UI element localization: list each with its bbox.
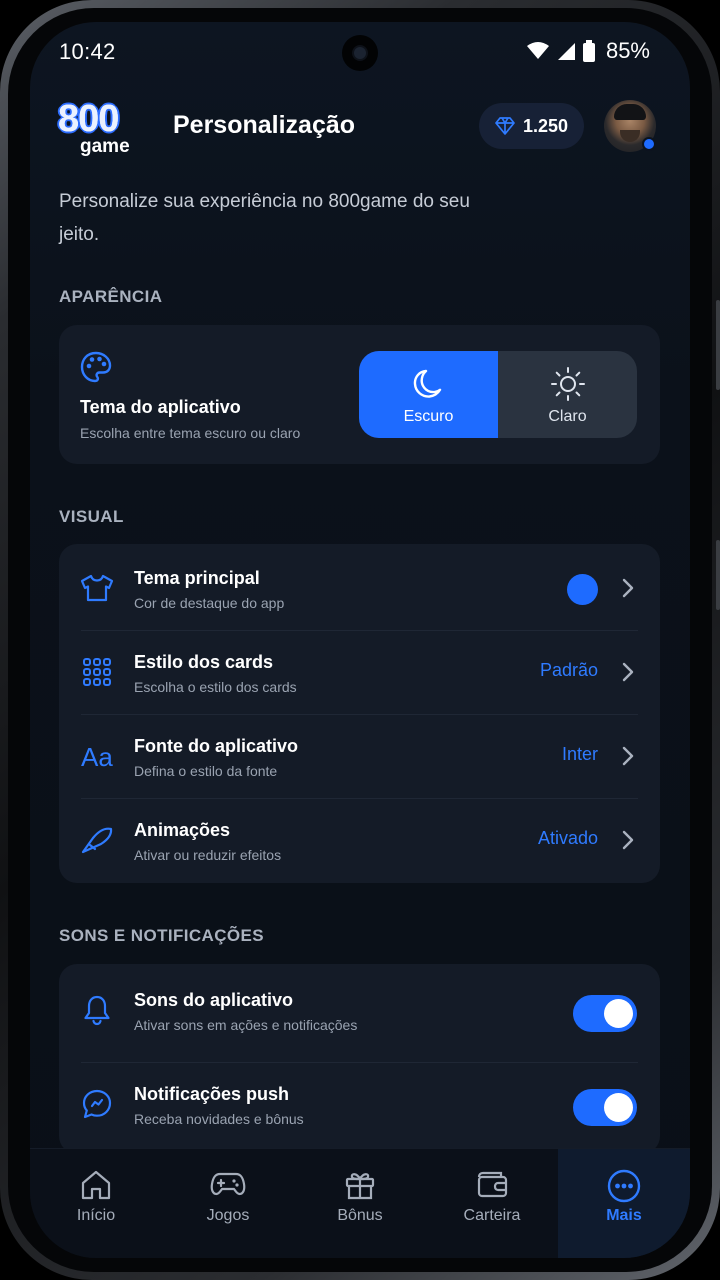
nav-label: Carteira (463, 1207, 521, 1224)
theme-option-dark[interactable]: Escuro (359, 351, 498, 438)
avatar-beard (620, 130, 640, 142)
avatar-cap (614, 104, 646, 120)
sounds-toggle[interactable] (573, 995, 637, 1032)
section-sounds: SONS E NOTIFICAÇÕES (59, 926, 265, 945)
setting-subtitle: Receba novidades e bônus (134, 1111, 304, 1127)
setting-subtitle: Ativar sons em ações e notificações (134, 1017, 358, 1033)
wifi-icon (526, 42, 549, 59)
setting-title: Animações (134, 820, 231, 840)
accent-color-swatch (567, 574, 598, 605)
chevron-right-icon (622, 662, 634, 682)
signal-icon (557, 43, 575, 60)
toggle-knob (604, 999, 633, 1028)
setting-title: Sons do aplicativo (134, 990, 294, 1010)
logo-number: 800 (58, 98, 119, 140)
setting-title: Tema principal (134, 568, 260, 588)
setting-value: Inter (561, 744, 598, 764)
theme-card: Tema do aplicativo Escolha entre tema es… (59, 325, 660, 464)
setting-app-font[interactable]: Aa Fonte do aplicativo Defina o estilo d… (59, 714, 660, 798)
theme-option-light[interactable]: Claro (498, 351, 637, 438)
toggle-knob (604, 1093, 633, 1122)
intro-text: Personalize sua experiência no 800game d… (59, 191, 470, 245)
moon-icon (413, 369, 441, 398)
palette-icon (80, 351, 112, 383)
app-logo[interactable]: 800 game (58, 98, 134, 158)
online-status-dot (642, 137, 656, 151)
page-title: Personalização (173, 111, 356, 139)
setting-subtitle: Escolha o estilo dos cards (134, 679, 297, 695)
nav-label: Mais (606, 1207, 642, 1224)
power-button (716, 540, 720, 610)
status-indicators: 85% (526, 38, 650, 64)
gamepad-icon (210, 1172, 246, 1196)
bottom-navigation: Início Jogos Bônus Carteira Mais (30, 1148, 690, 1258)
battery-icon (582, 40, 595, 62)
status-time: 10:42 (59, 39, 116, 64)
nav-bonus[interactable]: Bônus (294, 1149, 426, 1258)
nav-games[interactable]: Jogos (162, 1149, 294, 1258)
setting-value: Ativado (537, 828, 598, 848)
nav-label: Início (76, 1207, 116, 1224)
volume-button (716, 300, 720, 390)
setting-title: Fonte do aplicativo (134, 736, 299, 756)
nav-home[interactable]: Início (30, 1149, 162, 1258)
gems-balance-button[interactable]: 1.250 (479, 103, 584, 149)
nav-label: Bônus (337, 1207, 383, 1224)
chat-icon (82, 1089, 112, 1119)
font-icon: Aa (81, 742, 113, 770)
setting-subtitle: Cor de destaque do app (134, 595, 285, 611)
section-appearance: APARÊNCIA (59, 287, 163, 306)
chevron-right-icon (622, 830, 634, 850)
motion-icon (81, 827, 113, 854)
front-camera (342, 35, 378, 71)
nav-wallet[interactable]: Carteira (426, 1149, 558, 1258)
wallet-icon (477, 1171, 508, 1198)
setting-title: Estilo dos cards (134, 652, 274, 672)
theme-title: Tema do aplicativo (80, 397, 241, 417)
app-screen: 10:42 85% 800 game Personalização 1.250 … (30, 22, 690, 1258)
setting-main-theme[interactable]: Tema principal Cor de destaque do app (59, 546, 660, 630)
gems-value: 1.250 (522, 115, 569, 136)
theme-subtitle: Escolha entre tema escuro ou claro (80, 425, 301, 441)
sun-icon (550, 367, 585, 401)
bell-icon (84, 995, 110, 1026)
setting-push-notifications: Notificações push Receba novidades e bôn… (59, 1062, 660, 1146)
nav-more[interactable]: Mais (558, 1149, 690, 1258)
phone-frame: 10:42 85% 800 game Personalização 1.250 … (0, 0, 720, 1280)
setting-subtitle: Defina o estilo da fonte (134, 763, 278, 779)
grid-icon (83, 658, 111, 686)
diamond-icon (495, 117, 515, 135)
theme-segmented-control: Escuro Claro (359, 351, 637, 438)
nav-label: Jogos (206, 1207, 250, 1224)
status-bar: 10:42 85% (30, 22, 690, 82)
push-toggle[interactable] (573, 1089, 637, 1126)
chevron-right-icon (622, 578, 634, 598)
section-visual: VISUAL (59, 507, 124, 526)
battery-percent: 85% (605, 38, 650, 63)
theme-option-dark-label: Escuro (403, 408, 454, 425)
sound-settings-card: Sons do aplicativo Ativar sons em ações … (59, 964, 660, 1154)
theme-option-light-label: Claro (548, 408, 587, 425)
setting-value: Padrão (539, 660, 598, 680)
svg-text:Aa: Aa (81, 742, 113, 770)
setting-card-style[interactable]: Estilo dos cards Escolha o estilo dos ca… (59, 630, 660, 714)
gift-icon (345, 1173, 375, 1200)
home-icon (81, 1170, 111, 1200)
setting-subtitle: Ativar ou reduzir efeitos (134, 847, 282, 863)
tshirt-icon (80, 574, 114, 602)
setting-animations[interactable]: Animações Ativar ou reduzir efeitos Ativ… (59, 798, 660, 882)
setting-app-sounds: Sons do aplicativo Ativar sons em ações … (59, 968, 660, 1052)
setting-title: Notificações push (134, 1084, 290, 1104)
visual-settings-card: Tema principal Cor de destaque do app Es… (59, 544, 660, 883)
chevron-right-icon (622, 746, 634, 766)
more-icon (607, 1169, 641, 1203)
logo-word: game (80, 136, 130, 157)
